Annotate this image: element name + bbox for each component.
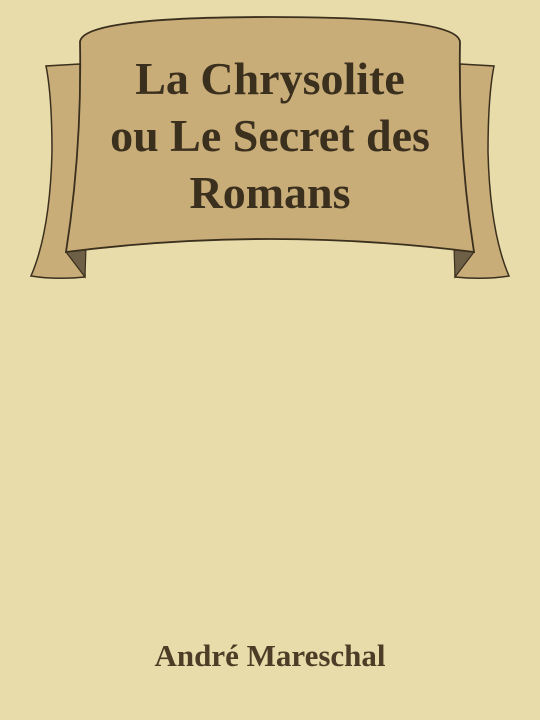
title-line-2: ou Le Secret des bbox=[110, 110, 430, 161]
title-line-1: La Chrysolite bbox=[135, 53, 405, 104]
book-title: La Chrysolite ou Le Secret des Romans bbox=[70, 50, 470, 221]
title-line-3: Romans bbox=[189, 167, 351, 218]
book-cover: La Chrysolite ou Le Secret des Romans An… bbox=[0, 0, 540, 720]
author-name: André Mareschal bbox=[154, 638, 386, 673]
